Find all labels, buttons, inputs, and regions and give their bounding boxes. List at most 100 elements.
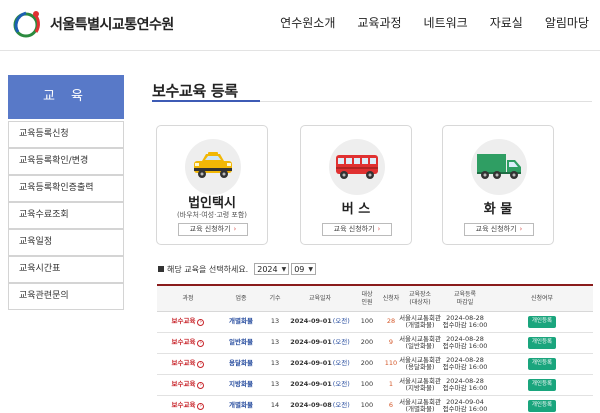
col-course: 과정 (182, 294, 194, 302)
logo-text[interactable]: 서울특별시교통연수원 (50, 14, 174, 34)
session-value: (오전) (332, 401, 350, 410)
deadline: 2024-08-28 접수마감 16:00 (439, 354, 491, 374)
col-applied: 신청자 (382, 294, 400, 302)
place: 서울시교통회관 (개별화물) (399, 312, 441, 332)
freight-apply-label: 교육 신청하기 (475, 225, 517, 233)
sidebar-item-inquiry[interactable]: 교육관련문의 (8, 283, 124, 310)
place: 서울시교통회관 (일반화물) (399, 333, 441, 353)
deadline: 2024-08-28 접수마감 16:00 (439, 375, 491, 395)
col-date: 교육일자 (308, 294, 332, 302)
nav-item-about[interactable]: 연수원소개 (269, 0, 346, 46)
table-row: 보수교육 › 개별화물 14 2024-09-08 (오전) 100 6 서울시교통회관 (개별화… (157, 396, 593, 413)
course-link[interactable]: 보수교육 › (157, 354, 219, 374)
work-type: 개별화물 (229, 401, 253, 410)
filter-label: 해당 교육을 선택하세요. (167, 264, 249, 274)
year-select-value: 2024 (257, 264, 278, 274)
arrow-right-circle-icon: › (197, 402, 205, 410)
capacity: 200 (360, 359, 374, 368)
deadline-time: 접수마감 16:00 (442, 405, 488, 413)
course-link[interactable]: 보수교육 › (157, 312, 219, 332)
page-title: 보수교육 등록 (152, 82, 238, 100)
card-taxi[interactable]: 법인택시 (바우처·여성·고령 포함) 교육 신청하기 › (156, 125, 268, 245)
nav-item-resources[interactable]: 자료실 (479, 0, 534, 46)
sidebar-item-registration-check[interactable]: 교육등록확인/변경 (8, 148, 124, 175)
deadline-time: 접수마감 16:00 (442, 321, 488, 329)
register-button[interactable]: 개인등록 (527, 379, 557, 391)
nav-item-courses[interactable]: 교육과정 (346, 0, 412, 46)
course-name: 보수교육 (171, 380, 196, 389)
col-capacity: 대상 인원 (361, 290, 373, 306)
work-type: 용달화물 (229, 359, 253, 368)
chevron-right-icon: › (519, 225, 523, 233)
date-value: 2024-09-01 (290, 317, 332, 326)
course-name: 보수교육 (171, 338, 196, 347)
course-filter: 해당 교육을 선택하세요. 2024 ▼ 09 ▼ (158, 262, 318, 276)
card-freight[interactable]: 화 물 교육 신청하기 › (442, 125, 554, 245)
sidebar-item-certificate-print[interactable]: 교육등록확인증출력 (8, 175, 124, 202)
course-link[interactable]: 보수교육 › (157, 333, 219, 353)
sidebar-item-timetable[interactable]: 교육시간표 (8, 256, 124, 283)
chevron-right-icon: › (233, 225, 237, 233)
action-cell: 개인등록 (491, 312, 593, 332)
truck-icon (471, 139, 527, 195)
table-row: 보수교육 › 개별화물 13 2024-09-01 (오전) 100 28 서울시교통회관 (개별… (157, 312, 593, 333)
bus-apply-label: 교육 신청하기 (333, 225, 375, 233)
taxi-apply-button[interactable]: 교육 신청하기 › (178, 223, 248, 236)
card-taxi-subtitle: (바우처·여성·고령 포함) (176, 211, 248, 219)
chevron-down-icon: ▼ (281, 265, 287, 273)
taxi-apply-label: 교육 신청하기 (189, 225, 231, 233)
main-nav: 연수원소개 교육과정 네트워크 자료실 알림마당 (269, 0, 600, 46)
place-target: (지방화물) (405, 384, 435, 392)
arrow-right-circle-icon: › (197, 381, 205, 389)
date-value: 2024-09-01 (290, 380, 332, 389)
capacity: 100 (360, 317, 374, 326)
session-value: (오전) (332, 317, 350, 326)
deadline: 2024-08-28 접수마감 16:00 (439, 312, 491, 332)
applied-count: 6 (388, 401, 394, 410)
taxi-icon (185, 139, 241, 195)
sidebar-menu: 교육등록신청 교육등록확인/변경 교육등록확인증출력 교육수료조회 교육일정 교… (8, 121, 124, 310)
session-value: (오전) (332, 338, 350, 347)
year-select[interactable]: 2024 ▼ (254, 263, 290, 275)
course-link[interactable]: 보수교육 › (157, 375, 219, 395)
capacity: 200 (360, 338, 374, 347)
sidebar-item-registration[interactable]: 교육등록신청 (8, 121, 124, 148)
card-taxi-title: 법인택시 (188, 196, 236, 211)
date-value: 2024-09-01 (290, 359, 332, 368)
work-type: 일반화물 (229, 338, 253, 347)
register-button[interactable]: 개인등록 (527, 400, 557, 412)
course-name: 보수교육 (171, 317, 196, 326)
place: 서울시교통회관 (지방화물) (399, 375, 441, 395)
register-button[interactable]: 개인등록 (527, 337, 557, 349)
register-button[interactable]: 개인등록 (527, 358, 557, 370)
capacity: 100 (360, 380, 374, 389)
arrow-right-circle-icon: › (197, 360, 205, 368)
place-target: (용달화물) (405, 363, 435, 371)
month-select[interactable]: 09 ▼ (291, 263, 317, 275)
arrow-right-circle-icon: › (197, 339, 205, 347)
deadline: 2024-09-04 접수마감 16:00 (439, 396, 491, 413)
session-value: (오전) (332, 380, 350, 389)
sidebar-title: 교 육 (8, 75, 124, 119)
nav-item-network[interactable]: 네트워크 (413, 0, 479, 46)
work-type: 개별화물 (229, 317, 253, 326)
sidebar-item-completion-lookup[interactable]: 교육수료조회 (8, 202, 124, 229)
work-type: 지방화물 (229, 380, 253, 389)
nav-item-notices[interactable]: 알림마당 (534, 0, 600, 46)
place-target: (개별화물) (405, 405, 435, 413)
education-date: 2024-09-01 (오전) (287, 312, 353, 332)
deadline-time: 접수마감 16:00 (442, 342, 488, 350)
deadline-time: 접수마감 16:00 (442, 384, 488, 392)
place-target: (일반화물) (405, 342, 435, 350)
month-select-value: 09 (294, 264, 305, 274)
register-button[interactable]: 개인등록 (527, 316, 557, 328)
card-freight-title: 화 물 (483, 202, 513, 217)
arrow-right-circle-icon: › (197, 318, 205, 326)
bus-apply-button[interactable]: 교육 신청하기 › (322, 223, 392, 236)
logo-icon[interactable] (12, 8, 46, 40)
card-bus[interactable]: 버 스 교육 신청하기 › (300, 125, 412, 245)
sidebar-item-schedule[interactable]: 교육일정 (8, 229, 124, 256)
freight-apply-button[interactable]: 교육 신청하기 › (464, 223, 534, 236)
course-link[interactable]: 보수교육 › (157, 396, 219, 413)
term-number: 13 (270, 317, 280, 326)
